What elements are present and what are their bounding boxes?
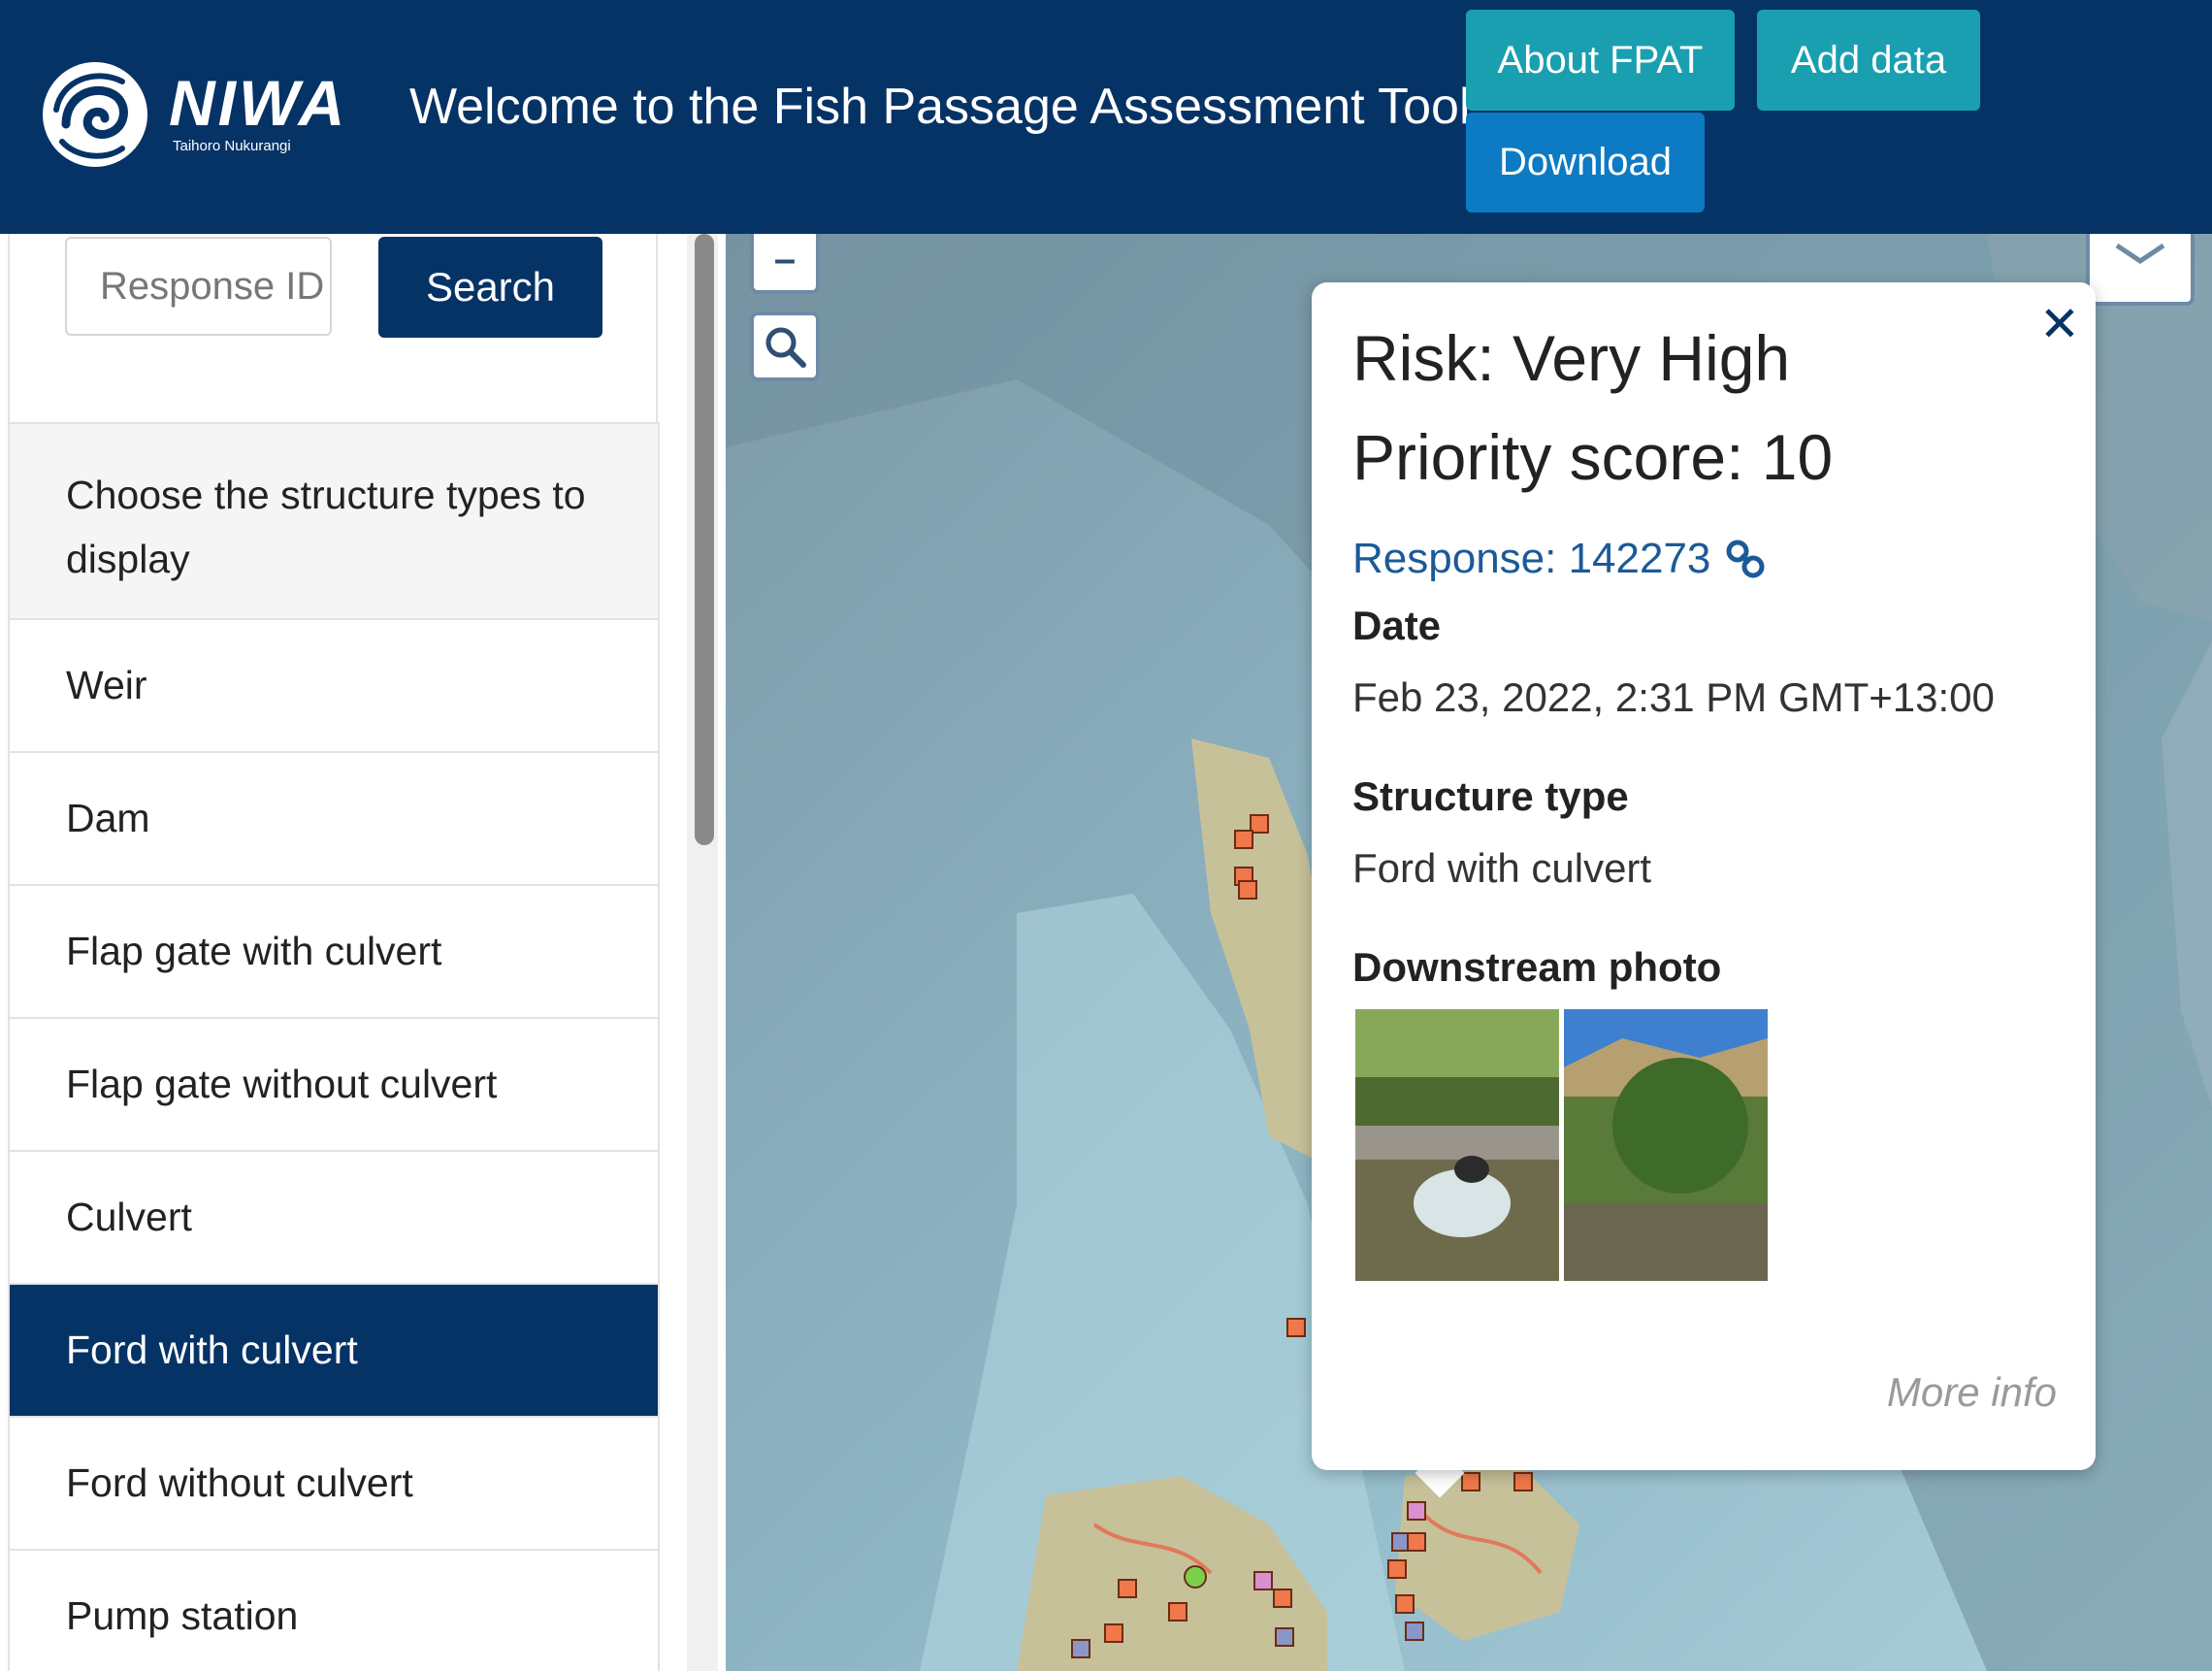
popup-risk: Risk: Very High — [1352, 322, 1791, 394]
map-marker[interactable] — [1238, 880, 1257, 900]
downstream-photo-1[interactable] — [1355, 1009, 1559, 1281]
map-marker[interactable] — [1275, 1627, 1294, 1647]
structure-types-heading: Choose the structure types to display — [10, 424, 658, 620]
niwa-logo[interactable]: NIWA Taihoro Nukurangi — [37, 56, 347, 173]
popup-priority-score: Priority score: 10 — [1352, 421, 1834, 493]
sidebar: Response ID Search Choose the structure … — [0, 234, 718, 1671]
map-marker[interactable] — [1513, 1472, 1533, 1491]
zoom-out-button[interactable]: – — [750, 234, 820, 294]
type-item-weir[interactable]: Weir — [10, 620, 658, 753]
date-label: Date — [1352, 603, 1442, 648]
map-marker[interactable] — [1168, 1602, 1187, 1622]
type-item-flap-gate-without-culvert[interactable]: Flap gate without culvert — [10, 1019, 658, 1152]
structure-types-panel: Choose the structure types to display We… — [8, 422, 660, 1671]
type-item-dam[interactable]: Dam — [10, 753, 658, 886]
map-marker[interactable] — [1461, 1472, 1480, 1491]
more-info-link[interactable]: More info — [1887, 1369, 2057, 1416]
map-marker[interactable] — [1071, 1639, 1090, 1658]
logo-wordmark: NIWA — [169, 67, 348, 139]
sidebar-scrollbar-thumb[interactable] — [695, 234, 714, 845]
map-marker[interactable] — [1104, 1623, 1123, 1643]
downstream-photo-2[interactable] — [1564, 1009, 1768, 1281]
about-fpat-button[interactable]: About FPAT — [1466, 10, 1735, 111]
map-marker[interactable] — [1286, 1318, 1306, 1337]
logo-subtext: Taihoro Nukurangi — [173, 138, 291, 154]
date-value: Feb 23, 2022, 2:31 PM GMT+13:00 — [1352, 674, 1995, 720]
downstream-photo-label: Downstream photo — [1352, 944, 1722, 990]
zoom-out-label: – — [773, 237, 797, 280]
map-marker[interactable] — [1407, 1532, 1426, 1552]
layers-icon — [2115, 243, 2165, 265]
map-marker[interactable] — [1387, 1559, 1407, 1579]
type-item-flap-gate-with-culvert[interactable]: Flap gate with culvert — [10, 886, 658, 1019]
response-link[interactable]: Response: 142273 — [1352, 535, 1767, 583]
close-icon[interactable]: ✕ — [2039, 296, 2080, 352]
type-item-ford-without-culvert[interactable]: Ford without culvert — [10, 1418, 658, 1551]
structure-type-value: Ford with culvert — [1352, 845, 1652, 891]
magnifier-icon — [765, 327, 806, 368]
link-icon — [1726, 540, 1765, 578]
map-marker[interactable] — [1395, 1594, 1415, 1614]
type-item-pump-station[interactable]: Pump station — [10, 1551, 658, 1671]
response-link-text: Response: 142273 — [1352, 535, 1711, 582]
download-button[interactable]: Download — [1466, 113, 1705, 213]
map-marker[interactable] — [1273, 1589, 1292, 1608]
map-marker[interactable] — [1253, 1571, 1273, 1590]
app-header: NIWA Taihoro Nukurangi Welcome to the Fi… — [0, 0, 2212, 234]
search-button[interactable]: Search — [378, 237, 602, 338]
add-data-button[interactable]: Add data — [1757, 10, 1980, 111]
map-search-button[interactable] — [750, 311, 820, 381]
map-marker[interactable] — [1118, 1579, 1137, 1598]
type-item-culvert[interactable]: Culvert — [10, 1152, 658, 1285]
search-input-placeholder: Response ID — [100, 264, 325, 308]
map-marker[interactable] — [1407, 1501, 1426, 1521]
structure-type-label: Structure type — [1352, 773, 1629, 819]
map-marker[interactable] — [1405, 1622, 1424, 1641]
map-marker[interactable] — [1234, 830, 1253, 849]
response-id-input[interactable]: Response ID — [65, 237, 332, 336]
layers-toggle-button[interactable] — [2086, 234, 2195, 306]
niwa-swirl-icon — [43, 62, 147, 167]
map-marker[interactable] — [1184, 1565, 1207, 1589]
type-item-ford-with-culvert[interactable]: Ford with culvert — [10, 1285, 658, 1418]
feature-popup: ✕ Risk: Very High Priority score: 10 Res… — [1312, 282, 2096, 1470]
page-title: Welcome to the Fish Passage Assessment T… — [409, 79, 1471, 135]
